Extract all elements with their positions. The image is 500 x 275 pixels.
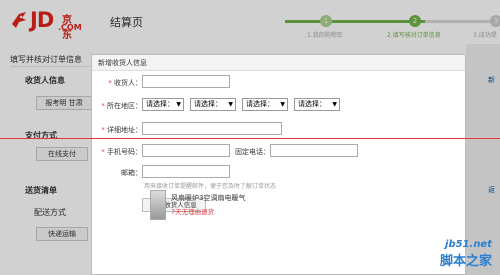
chevron-down-icon: ▼ bbox=[176, 101, 181, 108]
phone-label: * 手机号码： bbox=[101, 148, 142, 156]
watermark-url: jb51.net bbox=[445, 239, 492, 250]
region-label: * 所在地区： bbox=[101, 102, 142, 110]
email-label: 邮箱： bbox=[121, 169, 142, 177]
province-select[interactable]: 请选择： ▼ bbox=[142, 98, 184, 111]
email-hint: 用来接收订单提醒邮件，便于您及时了解订单状态 bbox=[144, 183, 277, 190]
tel-label: 固定电话： bbox=[235, 148, 270, 156]
phone-input[interactable] bbox=[142, 144, 230, 157]
product-caption[interactable]: 风扇暖炉3空调扇电暖气 bbox=[171, 193, 245, 203]
chevron-down-icon: ▼ bbox=[332, 101, 337, 108]
watermark-site: 脚本之家 bbox=[439, 254, 492, 269]
chevron-down-icon: ▼ bbox=[228, 101, 233, 108]
product-image[interactable] bbox=[150, 190, 166, 220]
city-select[interactable]: 请选择： ▼ bbox=[190, 98, 236, 111]
tel-input[interactable] bbox=[270, 144, 358, 157]
watermark: jb51.net 脚本之家 bbox=[440, 239, 492, 269]
chevron-down-icon: ▼ bbox=[280, 101, 285, 108]
address-label: * 详细地址： bbox=[101, 126, 142, 134]
new-address-modal: 新增收货人信息 * 收货人： * 所在地区： 请选择： ▼ 请选择： ▼ 请选择： ▼… bbox=[91, 54, 466, 275]
email-input[interactable] bbox=[142, 165, 230, 178]
name-label: * 收货人： bbox=[108, 79, 142, 87]
product-promo: 7天无理由退货 bbox=[171, 208, 215, 216]
modal-title: 新增收货人信息 bbox=[92, 55, 465, 71]
district-select[interactable]: 请选择： ▼ bbox=[242, 98, 288, 111]
annotation-line bbox=[0, 138, 500, 139]
address-input[interactable] bbox=[142, 122, 282, 135]
town-select[interactable]: 请选择： ▼ bbox=[294, 98, 340, 111]
name-input[interactable] bbox=[142, 75, 230, 88]
